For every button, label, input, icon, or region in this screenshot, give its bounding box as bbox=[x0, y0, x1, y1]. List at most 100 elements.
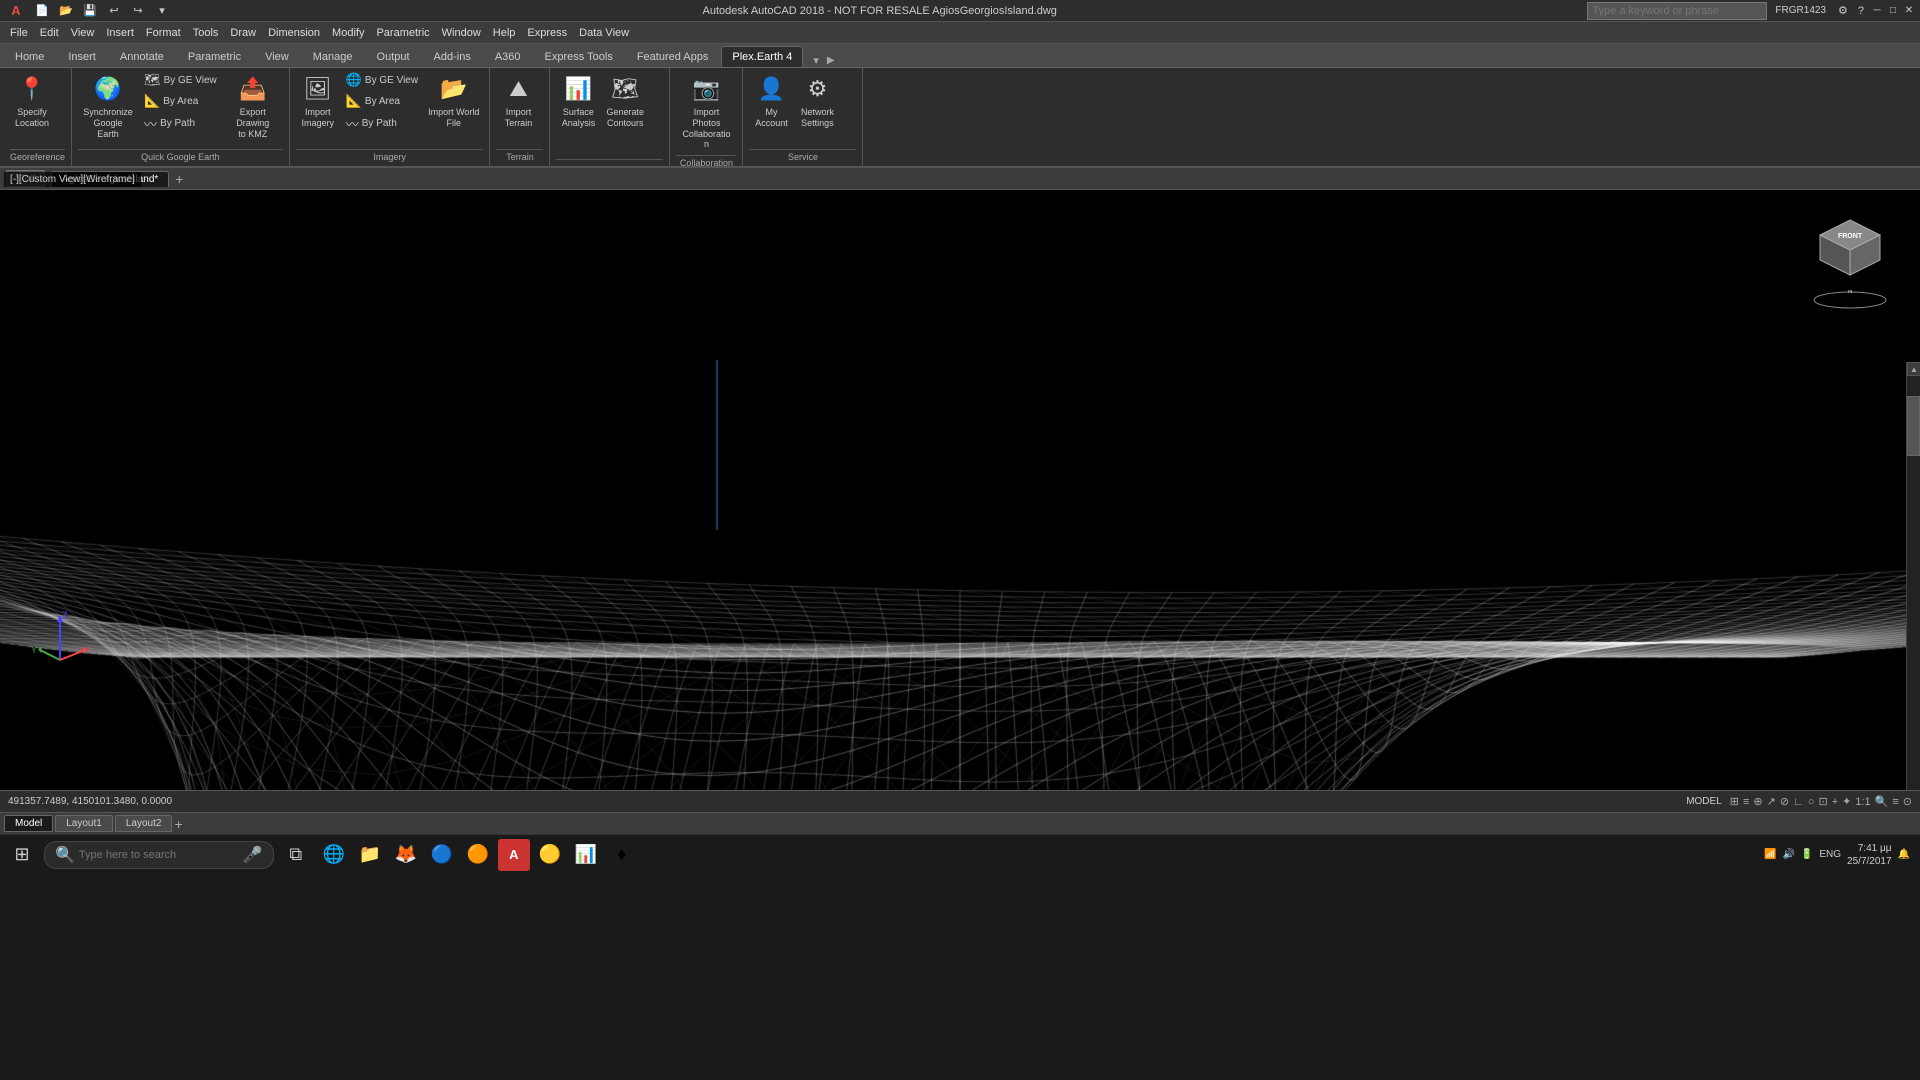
qat-undo[interactable]: ↩ bbox=[104, 1, 124, 21]
taskbar-edge[interactable]: 🌐 bbox=[318, 839, 350, 871]
taskbar-search[interactable]: 🔍 🎤 bbox=[44, 841, 274, 869]
layout-model[interactable]: Model bbox=[4, 815, 53, 832]
tab-parametric[interactable]: Parametric bbox=[177, 46, 252, 67]
ducs-icon[interactable]: ○ bbox=[1808, 796, 1815, 808]
tab-video[interactable]: ▶ bbox=[823, 55, 839, 66]
volume-tray-icon[interactable]: 🔊 bbox=[1782, 849, 1794, 860]
menu-view[interactable]: View bbox=[65, 25, 101, 41]
qat-new[interactable]: 📄 bbox=[32, 1, 52, 21]
qat-save[interactable]: 💾 bbox=[80, 1, 100, 21]
lw-icon[interactable]: + bbox=[1832, 796, 1838, 808]
taskbar-explorer[interactable]: 📁 bbox=[354, 839, 386, 871]
scroll-thumb[interactable] bbox=[1907, 396, 1920, 456]
viewcube[interactable]: FRONT N bbox=[1810, 210, 1890, 290]
search-input[interactable] bbox=[1587, 2, 1767, 20]
app-icon[interactable]: A bbox=[4, 1, 28, 21]
my-account-button[interactable]: 👤 MyAccount bbox=[749, 70, 793, 132]
import-world-file-button[interactable]: 📂 Import WorldFile bbox=[424, 70, 483, 132]
layout-2[interactable]: Layout2 bbox=[115, 815, 173, 832]
tab-plexearth[interactable]: Plex.Earth 4 bbox=[721, 46, 803, 67]
zoom-icon[interactable]: 🔍 bbox=[1875, 795, 1889, 808]
by-area-button-2[interactable]: 📐 By Area bbox=[342, 91, 422, 111]
tab-home[interactable]: Home bbox=[4, 46, 55, 67]
tab-insert[interactable]: Insert bbox=[57, 46, 107, 67]
tab-featuredapps[interactable]: Featured Apps bbox=[626, 46, 720, 67]
tab-addins[interactable]: Add-ins bbox=[423, 46, 482, 67]
menu-dataview[interactable]: Data View bbox=[573, 25, 635, 41]
help-icon[interactable]: ? bbox=[1854, 5, 1868, 17]
start-menu-button[interactable]: ⊞ bbox=[4, 837, 40, 873]
menu-parametric[interactable]: Parametric bbox=[370, 25, 435, 41]
taskbar-app2[interactable]: 🟡 bbox=[534, 839, 566, 871]
menu-edit[interactable]: Edit bbox=[34, 25, 65, 41]
isnap-icon[interactable]: ⊘ bbox=[1780, 795, 1789, 808]
close-button[interactable]: ✕ bbox=[1902, 4, 1916, 18]
import-terrain-button[interactable]: ⛰ ImportTerrain bbox=[496, 70, 540, 132]
terrain-viewport[interactable] bbox=[0, 190, 1920, 790]
menu-dimension[interactable]: Dimension bbox=[262, 25, 326, 41]
tab-add-button[interactable]: + bbox=[171, 171, 187, 187]
taskbar-app3[interactable]: 📊 bbox=[570, 839, 602, 871]
scroll-track[interactable] bbox=[1907, 376, 1920, 790]
menu-express[interactable]: Express bbox=[521, 25, 573, 41]
drawing-tab[interactable]: AgiosGeorgiosIsland* bbox=[51, 171, 169, 187]
settings-icon[interactable]: ⚙ bbox=[1834, 4, 1852, 17]
minimize-button[interactable]: ─ bbox=[1870, 4, 1884, 18]
scroll-up-button[interactable]: ▲ bbox=[1907, 362, 1920, 376]
taskbar-app1[interactable]: 🟠 bbox=[462, 839, 494, 871]
snap-icon[interactable]: ≡ bbox=[1743, 796, 1749, 808]
qat-dropdown[interactable]: ▾ bbox=[152, 1, 172, 21]
generate-contours-button[interactable]: 🗺 GenerateContours bbox=[602, 70, 648, 132]
network-settings-button[interactable]: ⚙ NetworkSettings bbox=[795, 70, 839, 132]
tab-a360[interactable]: A360 bbox=[484, 46, 532, 67]
network-tray-icon[interactable]: 📶 bbox=[1764, 849, 1776, 860]
otrack-icon[interactable]: ∟ bbox=[1793, 796, 1804, 808]
by-path-button-1[interactable]: 〰 By Path bbox=[140, 112, 221, 135]
tab-annotate[interactable]: Annotate bbox=[109, 46, 175, 67]
by-ge-view-button-1[interactable]: 🗺 By GE View bbox=[140, 70, 221, 90]
by-area-button-1[interactable]: 📐 By Area bbox=[140, 91, 221, 111]
by-path-button-2[interactable]: 〰 By Path bbox=[342, 112, 422, 135]
menu-tools[interactable]: Tools bbox=[187, 25, 225, 41]
polar-icon[interactable]: ↗ bbox=[1767, 795, 1776, 808]
import-photos-button[interactable]: 📷 Import PhotosCollaboration bbox=[676, 70, 736, 153]
export-drawing-kmz-button[interactable]: 📤 Export Drawingto KMZ bbox=[223, 70, 283, 142]
menu-format[interactable]: Format bbox=[140, 25, 187, 41]
surface-analysis-button[interactable]: 📊 SurfaceAnalysis bbox=[556, 70, 600, 132]
menu-insert[interactable]: Insert bbox=[100, 25, 140, 41]
taskbar-search-input[interactable] bbox=[79, 849, 239, 861]
transparency-icon[interactable]: ✦ bbox=[1842, 795, 1851, 808]
specify-location-button[interactable]: 📍 SpecifyLocation bbox=[10, 70, 54, 132]
menu-help[interactable]: Help bbox=[487, 25, 522, 41]
taskbar-app4[interactable]: ♦ bbox=[606, 839, 638, 871]
menu-file[interactable]: File bbox=[4, 25, 34, 41]
workspace-icon[interactable]: ⊙ bbox=[1903, 795, 1912, 808]
import-imagery-button[interactable]: 🖼 ImportImagery bbox=[296, 70, 340, 132]
grid-icon[interactable]: ⊞ bbox=[1730, 795, 1739, 808]
taskbar-ie[interactable]: 🔵 bbox=[426, 839, 458, 871]
scale-icon[interactable]: 1:1 bbox=[1855, 796, 1870, 808]
tab-expresstools[interactable]: Express Tools bbox=[534, 46, 624, 67]
task-view-button[interactable]: ⧉ bbox=[278, 837, 314, 873]
ortho-icon[interactable]: ⊕ bbox=[1753, 795, 1762, 808]
tab-output[interactable]: Output bbox=[366, 46, 421, 67]
viewport[interactable]: FRONT N ▲ ▼ Z X Y bbox=[0, 190, 1920, 790]
tab-view[interactable]: View bbox=[254, 46, 300, 67]
taskbar-autocad[interactable]: A bbox=[498, 839, 530, 871]
taskbar-firefox[interactable]: 🦊 bbox=[390, 839, 422, 871]
annotate-icon[interactable]: ≡ bbox=[1892, 796, 1898, 808]
menu-window[interactable]: Window bbox=[436, 25, 487, 41]
tab-manage[interactable]: Manage bbox=[302, 46, 364, 67]
dyn-icon[interactable]: ⊡ bbox=[1818, 795, 1827, 808]
by-ge-view-button-2[interactable]: 🌐 By GE View bbox=[342, 70, 422, 90]
synchronize-google-earth-button[interactable]: 🌍 SynchronizeGoogle Earth bbox=[78, 70, 138, 142]
lang-indicator[interactable]: ENG bbox=[1819, 849, 1841, 860]
restore-button[interactable]: □ bbox=[1886, 4, 1900, 18]
scrollbar-right[interactable]: ▲ ▼ bbox=[1906, 362, 1920, 790]
microphone-icon[interactable]: 🎤 bbox=[243, 845, 263, 865]
menu-draw[interactable]: Draw bbox=[224, 25, 262, 41]
battery-tray-icon[interactable]: 🔋 bbox=[1801, 849, 1813, 860]
layout-add-button[interactable]: + bbox=[174, 816, 182, 832]
notification-icon[interactable]: 🔔 bbox=[1898, 849, 1910, 860]
system-time[interactable]: 7:41 μμ 25/7/2017 bbox=[1847, 842, 1892, 868]
